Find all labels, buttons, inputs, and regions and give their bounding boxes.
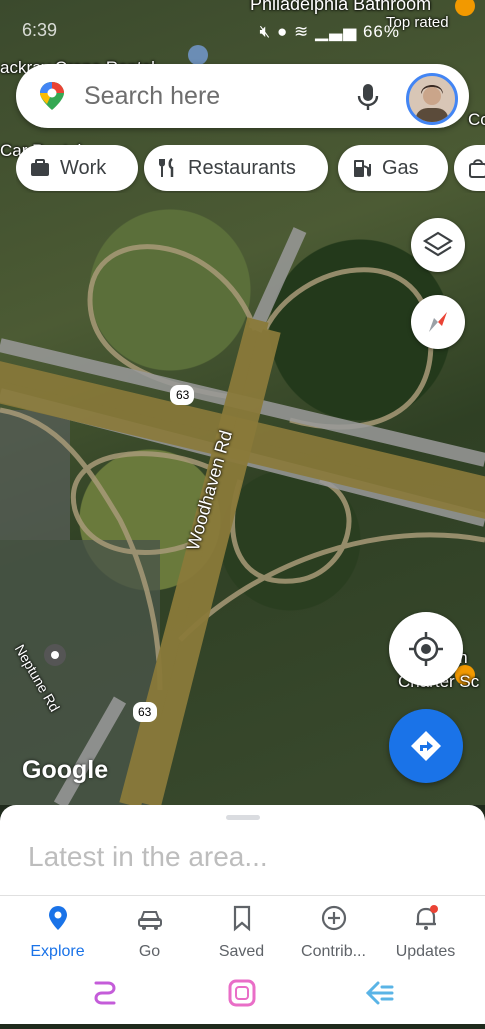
nav-updates[interactable]: Updates: [378, 904, 473, 961]
recents-icon[interactable]: [94, 981, 116, 1005]
compass-icon: [429, 312, 447, 332]
nav-contribute[interactable]: Contrib...: [286, 904, 381, 961]
fork-knife-icon: [159, 158, 174, 177]
signal-icon: ▁▃▅: [315, 22, 358, 41]
search-bar[interactable]: Search here: [16, 64, 469, 128]
chip-label: Gas: [382, 156, 419, 179]
status-time: 6:39: [22, 20, 58, 40]
wifi-icon: ≋: [294, 22, 310, 41]
directions-icon: [411, 731, 441, 761]
nav-label: Updates: [395, 943, 456, 960]
business-label[interactable]: Co: [468, 110, 485, 130]
chip-gas[interactable]: Gas: [338, 145, 448, 191]
google-logo: Google: [22, 756, 109, 784]
profile-photo: [416, 85, 448, 122]
crosshair-icon: [409, 632, 443, 666]
status-icons: 🔇︎ ● ≋ ▁▃▅ 66%: [260, 22, 400, 42]
chip-label: Work: [60, 156, 107, 179]
sheet-title: Latest in the area...: [28, 841, 268, 872]
nav-saved[interactable]: Saved: [194, 904, 289, 961]
directions-button[interactable]: [389, 709, 463, 783]
google-maps-pin-icon: [40, 82, 64, 110]
mute-icon: 🔇︎: [259, 22, 272, 41]
nav-go[interactable]: Go: [102, 904, 197, 961]
briefcase-icon: [31, 159, 49, 176]
nav-label: Contrib...: [301, 943, 366, 960]
notification-dot: [429, 905, 438, 913]
avatar[interactable]: [406, 73, 458, 125]
explore-bottom-sheet[interactable]: Latest in the area...: [0, 805, 485, 895]
layers-icon: [422, 231, 454, 257]
compass-button[interactable]: [411, 295, 465, 349]
chip-shopping[interactable]: [454, 145, 485, 191]
explore-pin-icon: [48, 906, 67, 930]
chip-work[interactable]: Work: [16, 145, 138, 191]
microphone-icon[interactable]: [356, 82, 380, 112]
battery-percent: 66%: [362, 22, 400, 41]
gas-pump-icon: [354, 160, 371, 177]
nav-label: Go: [138, 943, 161, 960]
location-icon: ●: [277, 22, 289, 41]
chip-label: Restaurants: [188, 156, 296, 179]
my-location-button[interactable]: [389, 612, 463, 686]
search-input[interactable]: Search here: [84, 82, 220, 111]
system-navigation-bar: [0, 965, 485, 1024]
route-shield-label: 63: [138, 705, 152, 719]
shopping-bag-icon: [469, 159, 485, 178]
drag-handle[interactable]: [226, 815, 260, 820]
system-nav-icons: [94, 979, 394, 1007]
bell-icon: [415, 905, 438, 930]
chip-restaurants[interactable]: Restaurants: [144, 145, 328, 191]
bookmark-icon: [233, 905, 250, 932]
add-circle-icon: [321, 905, 346, 931]
category-chips: Work Restaurants Gas: [16, 145, 485, 193]
nav-label: Explore: [30, 943, 85, 960]
nav-explore[interactable]: Explore: [10, 904, 105, 961]
back-icon[interactable]: [365, 981, 394, 1005]
nav-label: Saved: [218, 943, 265, 960]
route-shield-label: 63: [176, 388, 190, 402]
bottom-navigation: Explore Go Saved Contrib... Updates: [0, 895, 485, 966]
layers-button[interactable]: [411, 218, 465, 272]
status-bar: 6:39 🔇︎ ● ≋ ▁▃▅ 66%: [0, 0, 485, 58]
home-icon[interactable]: [228, 979, 256, 1007]
car-icon: [137, 911, 162, 930]
